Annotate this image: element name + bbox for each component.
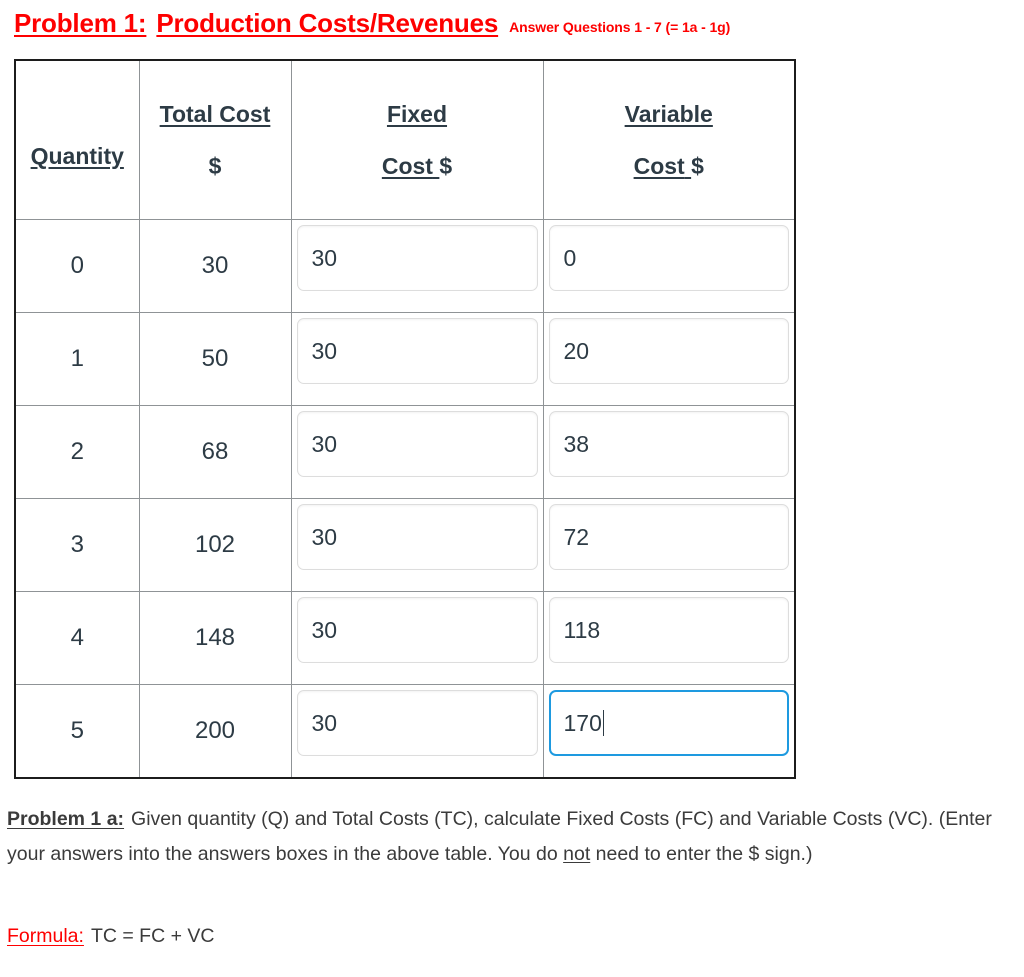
answer-questions-note: Answer Questions 1 - 7 (= 1a - 1g): [509, 19, 731, 35]
table-row: 4 148 30 118: [14, 591, 796, 685]
table-row: 2 68 30 38: [14, 405, 796, 499]
cell-total-cost: 200: [138, 684, 292, 779]
variable-cost-input-value: 0: [563, 244, 577, 271]
problem-1a-text-part1: Given quantity (Q) and Total Costs (TC),…: [7, 808, 992, 865]
column-header-variable-cost: Variable Cost $: [542, 59, 796, 220]
cell-total-cost: 68: [138, 405, 292, 499]
cell-quantity: 0: [14, 219, 140, 313]
cell-quantity: 2: [14, 405, 140, 499]
variable-cost-input[interactable]: 20: [548, 318, 789, 384]
cell-fixed-cost-input: 30: [290, 405, 544, 499]
variable-cost-input-value: 20: [563, 337, 590, 364]
variable-cost-input-value: 72: [563, 523, 590, 550]
cell-total-cost: 102: [138, 498, 292, 592]
column-header-quantity: Quantity: [14, 59, 140, 220]
problem-label: Problem 1:: [14, 8, 147, 38]
cell-total-cost: 148: [138, 591, 292, 685]
cell-quantity: 4: [14, 591, 140, 685]
table-header: Quantity Total Cost $ Fixed Cost $ Varia…: [14, 59, 796, 220]
column-header-fixed-cost-unit: Cost $: [292, 153, 543, 180]
cell-variable-cost-input: 0: [542, 219, 796, 313]
problem-1a-paragraph: Problem 1 a: Given quantity (Q) and Total…: [7, 802, 1013, 872]
column-header-variable-dollar: $: [691, 152, 704, 179]
formula-label: Formula:: [7, 925, 84, 947]
variable-cost-input[interactable]: 118: [548, 597, 789, 663]
text-cursor: [602, 710, 605, 736]
fixed-cost-input-value: 30: [311, 244, 338, 271]
column-header-fixed-cost-word: Cost: [381, 152, 433, 179]
variable-cost-input[interactable]: 38: [548, 411, 789, 477]
problem-1a-label: Problem 1 a:: [7, 808, 125, 830]
fixed-cost-input[interactable]: 30: [296, 225, 538, 291]
table-row: 5 200 30 170: [14, 684, 796, 779]
fixed-cost-input-value: 30: [311, 709, 338, 736]
problem-name: Production Costs/Revenues: [156, 8, 499, 38]
column-header-fixed-cost: Fixed Cost $: [290, 59, 544, 220]
table-header-row: Quantity Total Cost $ Fixed Cost $ Varia…: [14, 59, 796, 220]
fixed-cost-input-value: 30: [311, 616, 338, 643]
table-body: 0 30 30 0 1 50 30 20 2 68 30 38 3 102 30 72 4 148 30 118 5 20…: [14, 219, 796, 779]
cell-fixed-cost-input: 30: [290, 312, 544, 406]
cell-quantity: 5: [14, 684, 140, 779]
column-header-variable-cost-word: Cost: [633, 152, 685, 179]
cell-fixed-cost-input: 30: [290, 684, 544, 779]
fixed-cost-input-value: 30: [311, 337, 338, 364]
cell-variable-cost-input: 170: [542, 684, 796, 779]
column-header-total-cost-unit: $: [208, 152, 222, 179]
problem-1a-text-part2: need to enter the $ sign.): [590, 843, 813, 865]
variable-cost-input[interactable]: 170: [548, 690, 789, 756]
column-header-fixed-dollar: $: [439, 152, 453, 179]
fixed-cost-input[interactable]: 30: [296, 690, 538, 756]
column-header-variable-cost-unit: Cost $: [544, 153, 795, 180]
cell-variable-cost-input: 118: [542, 591, 796, 685]
problem-1a-not-emphasis: not: [563, 843, 591, 865]
cell-fixed-cost-input: 30: [290, 591, 544, 685]
table-row: 0 30 30 0: [14, 219, 796, 313]
table-row: 3 102 30 72: [14, 498, 796, 592]
column-header-total-cost-label: Total Cost: [159, 100, 271, 127]
cell-variable-cost-input: 20: [542, 312, 796, 406]
cell-fixed-cost-input: 30: [290, 219, 544, 313]
column-header-total-cost: Total Cost $: [138, 59, 292, 220]
cell-total-cost: 30: [138, 219, 292, 313]
table-row: 1 50 30 20: [14, 312, 796, 406]
fixed-cost-input-value: 30: [311, 430, 338, 457]
page-title: Problem 1: Production Costs/Revenues Ans…: [14, 8, 730, 39]
variable-cost-input[interactable]: 0: [548, 225, 789, 291]
formula-expression: TC = FC + VC: [90, 925, 215, 947]
column-header-quantity-label: Quantity: [30, 142, 124, 169]
cell-quantity: 1: [14, 312, 140, 406]
formula-paragraph: Formula: TC = FC + VC: [7, 919, 1013, 954]
cell-variable-cost-input: 72: [542, 498, 796, 592]
fixed-cost-input-value: 30: [311, 523, 338, 550]
cell-variable-cost-input: 38: [542, 405, 796, 499]
column-header-fixed-label: Fixed: [386, 100, 448, 127]
fixed-cost-input[interactable]: 30: [296, 504, 538, 570]
cell-total-cost: 50: [138, 312, 292, 406]
column-header-variable-label: Variable: [624, 100, 713, 127]
fixed-cost-input[interactable]: 30: [296, 318, 538, 384]
production-costs-table: Quantity Total Cost $ Fixed Cost $ Varia…: [14, 59, 796, 779]
cell-fixed-cost-input: 30: [290, 498, 544, 592]
variable-cost-input[interactable]: 72: [548, 504, 789, 570]
fixed-cost-input[interactable]: 30: [296, 597, 538, 663]
fixed-cost-input[interactable]: 30: [296, 411, 538, 477]
variable-cost-input-value: 170: [563, 709, 602, 736]
variable-cost-input-value: 38: [563, 430, 590, 457]
cell-quantity: 3: [14, 498, 140, 592]
variable-cost-input-value: 118: [563, 616, 601, 643]
